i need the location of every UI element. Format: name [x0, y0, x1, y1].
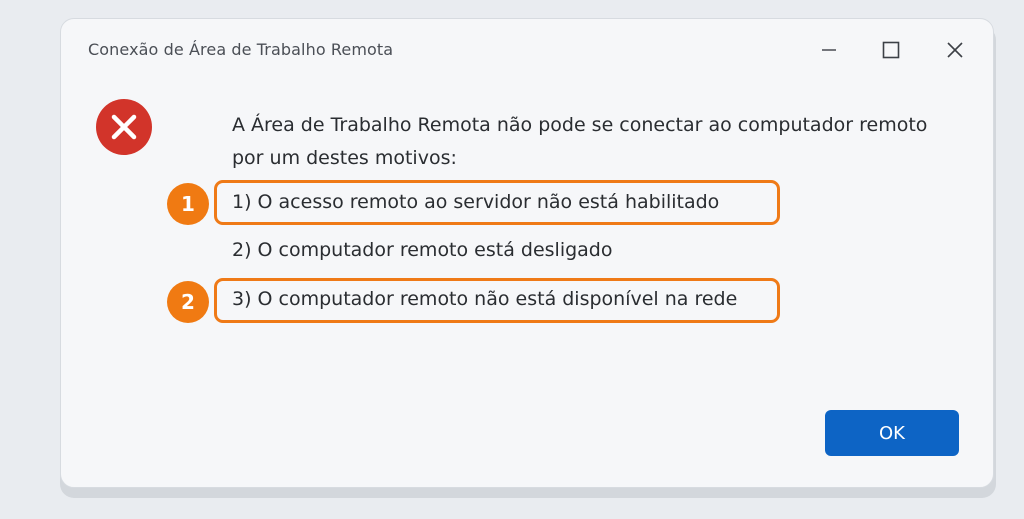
close-icon	[947, 42, 963, 58]
annotation-marker-1: 1	[167, 183, 209, 225]
error-message-line-1: A Área de Trabalho Remota não pode se co…	[232, 114, 928, 136]
window-title: Conexão de Área de Trabalho Remota	[88, 40, 394, 59]
reason-item: 1) O acesso remoto ao servidor não está …	[232, 191, 720, 213]
minimize-button[interactable]	[811, 37, 847, 63]
close-button[interactable]	[937, 37, 973, 63]
ok-button[interactable]: OK	[825, 410, 959, 456]
error-dialog: Conexão de Área de Trabalho Remota A Áre…	[60, 18, 994, 488]
error-message: A Área de Trabalho Remota não pode se co…	[232, 109, 927, 175]
reason-item: 2) O computador remoto está desligado	[232, 239, 613, 261]
maximize-icon	[882, 41, 900, 59]
reason-item: 3) O computador remoto não está disponív…	[232, 288, 738, 310]
error-x-icon	[96, 99, 152, 155]
error-message-line-2: por um destes motivos:	[232, 147, 457, 169]
maximize-button[interactable]	[873, 37, 909, 63]
minimize-icon	[822, 49, 836, 51]
annotation-marker-2: 2	[167, 281, 209, 323]
